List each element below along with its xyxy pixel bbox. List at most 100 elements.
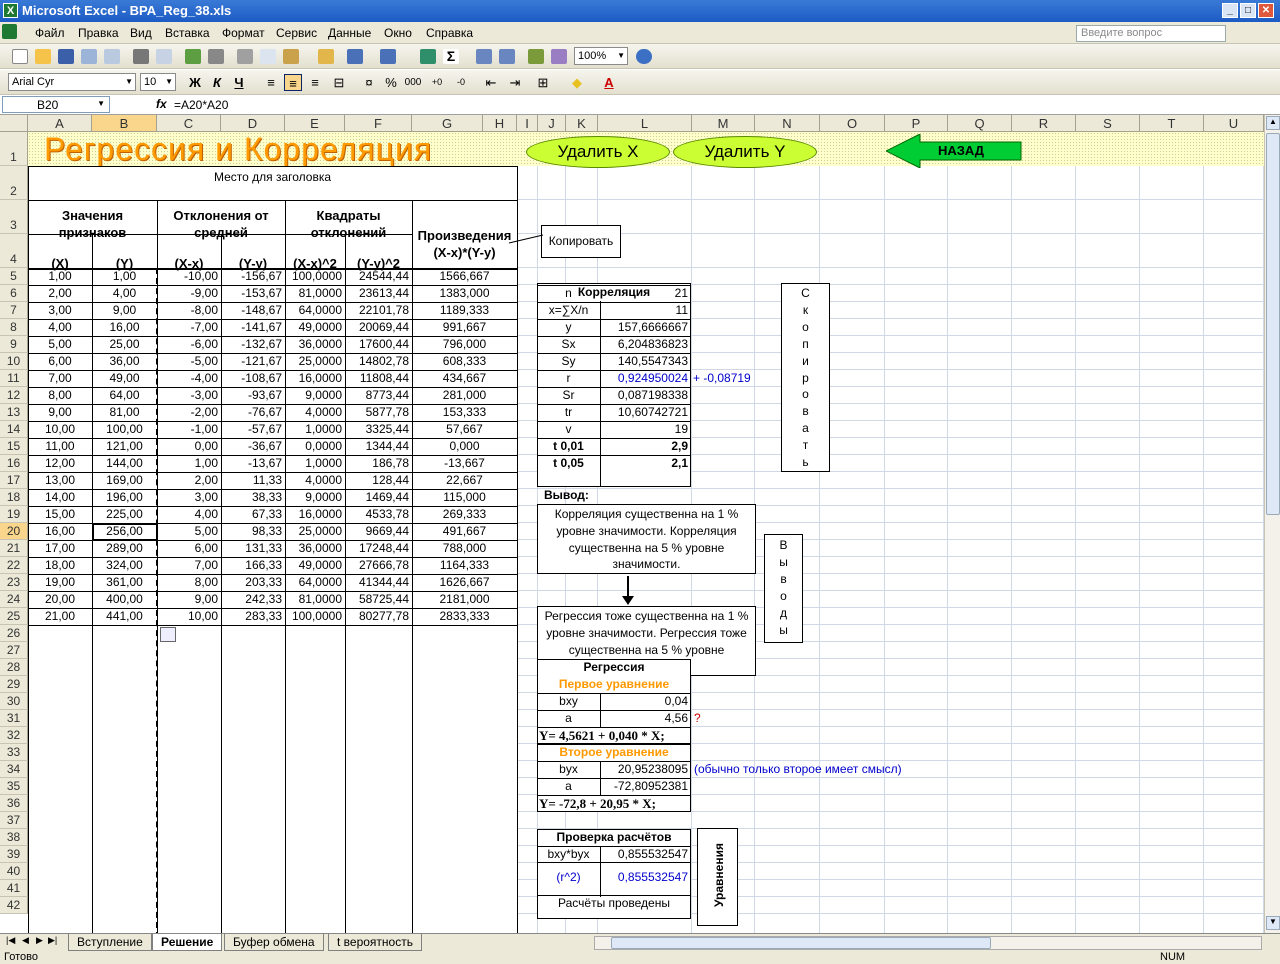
name-box[interactable]: B20 ▼: [2, 96, 110, 113]
row-header-4[interactable]: 4: [0, 234, 28, 268]
print-icon[interactable]: [133, 49, 149, 64]
row-header-20[interactable]: 20: [0, 523, 28, 540]
worksheet-grid[interactable]: ABCDEFGHIJKLMNOPQRSTU 1 2 3 4 5 6 7 8 9 10 11 12 13 1…: [0, 115, 1264, 933]
minimize-button[interactable]: _: [1222, 3, 1238, 18]
row-header-13[interactable]: 13: [0, 404, 28, 421]
tab-solution[interactable]: Решение: [152, 934, 223, 951]
column-header-I[interactable]: I: [517, 115, 538, 132]
row-header-8[interactable]: 8: [0, 319, 28, 336]
menu-tools[interactable]: Сервис: [276, 26, 317, 40]
row-header-9[interactable]: 9: [0, 336, 28, 353]
column-header-C[interactable]: C: [157, 115, 221, 132]
redo-icon[interactable]: [380, 49, 396, 64]
tab-next-icon[interactable]: ▶: [36, 935, 43, 946]
bold-icon[interactable]: Ж: [186, 74, 204, 91]
new-icon[interactable]: [12, 49, 28, 64]
row-header-37[interactable]: 37: [0, 812, 28, 829]
row-header-32[interactable]: 32: [0, 727, 28, 744]
undo-icon[interactable]: [347, 49, 363, 64]
row-header-19[interactable]: 19: [0, 506, 28, 523]
row-header-14[interactable]: 14: [0, 421, 28, 438]
font-combo[interactable]: Arial Cyr ▼: [8, 73, 136, 91]
row-header-16[interactable]: 16: [0, 455, 28, 472]
font-size-combo[interactable]: 10 ▼: [140, 73, 176, 91]
active-cell-B20[interactable]: [92, 523, 158, 541]
row-header-12[interactable]: 12: [0, 387, 28, 404]
column-header-O[interactable]: O: [820, 115, 885, 132]
column-header-E[interactable]: E: [285, 115, 345, 132]
tab-first-icon[interactable]: |◀: [6, 935, 15, 946]
row-header-33[interactable]: 33: [0, 744, 28, 761]
column-header-G[interactable]: G: [412, 115, 483, 132]
spelling-icon[interactable]: [185, 49, 201, 64]
zoom-combo[interactable]: 100% ▼: [574, 47, 628, 65]
tab-prev-icon[interactable]: ◀: [22, 935, 29, 946]
row-header-29[interactable]: 29: [0, 676, 28, 693]
row-header-27[interactable]: 27: [0, 642, 28, 659]
row-header-3[interactable]: 3: [0, 200, 28, 234]
format-painter-icon[interactable]: [318, 49, 334, 64]
row-header-1[interactable]: 1: [0, 132, 28, 166]
font-color-icon[interactable]: A: [600, 74, 618, 91]
column-header-M[interactable]: M: [692, 115, 755, 132]
column-header-U[interactable]: U: [1204, 115, 1264, 132]
column-header-N[interactable]: N: [755, 115, 820, 132]
copy-vertical-button[interactable]: Скопировать: [781, 283, 830, 472]
column-header-A[interactable]: A: [28, 115, 92, 132]
workbook-icon[interactable]: [2, 24, 17, 39]
ask-question-input[interactable]: Введите вопрос: [1076, 25, 1226, 42]
row-header-28[interactable]: 28: [0, 659, 28, 676]
row-header-10[interactable]: 10: [0, 353, 28, 370]
autosum-icon[interactable]: Σ: [443, 49, 459, 64]
row-header-5[interactable]: 5: [0, 268, 28, 285]
row-header-42[interactable]: 42: [0, 897, 28, 914]
research-icon[interactable]: [208, 49, 224, 64]
row-header-21[interactable]: 21: [0, 540, 28, 557]
column-header-P[interactable]: P: [885, 115, 948, 132]
delete-y-button[interactable]: Удалить Y: [673, 136, 817, 168]
tab-intro[interactable]: Вступление: [68, 934, 152, 951]
row-header-40[interactable]: 40: [0, 863, 28, 880]
menu-window[interactable]: Окно: [384, 26, 412, 40]
paste-icon[interactable]: [283, 49, 299, 64]
row-header-41[interactable]: 41: [0, 880, 28, 897]
chart-wizard-icon[interactable]: [528, 49, 544, 64]
help-icon[interactable]: [636, 49, 652, 64]
print-preview-icon[interactable]: [156, 49, 172, 64]
sort-ascending-icon[interactable]: [476, 49, 492, 64]
row-header-35[interactable]: 35: [0, 778, 28, 795]
delete-x-button[interactable]: Удалить X: [526, 136, 670, 168]
menu-format[interactable]: Формат: [222, 26, 265, 40]
formula-input[interactable]: =A20*A20: [174, 98, 228, 112]
row-header-11[interactable]: 11: [0, 370, 28, 387]
column-header-H[interactable]: H: [483, 115, 517, 132]
scroll-thumb[interactable]: [1266, 133, 1280, 515]
increase-decimal-icon[interactable]: +0: [428, 74, 446, 91]
decrease-decimal-icon[interactable]: -0: [452, 74, 470, 91]
row-header-25[interactable]: 25: [0, 608, 28, 625]
borders-icon[interactable]: ⊞: [534, 74, 552, 91]
column-header-B[interactable]: B: [92, 115, 157, 132]
underline-icon[interactable]: Ч: [230, 74, 248, 91]
paste-options-icon[interactable]: [160, 627, 176, 642]
copy-button[interactable]: Копировать: [541, 225, 621, 258]
column-header-L[interactable]: L: [598, 115, 692, 132]
hyperlink-icon[interactable]: [420, 49, 436, 64]
decrease-indent-icon[interactable]: ⇤: [482, 74, 500, 91]
menu-edit[interactable]: Правка: [78, 26, 119, 40]
column-header-S[interactable]: S: [1076, 115, 1140, 132]
row-header-22[interactable]: 22: [0, 557, 28, 574]
h-scroll-thumb[interactable]: [611, 937, 991, 949]
menu-view[interactable]: Вид: [130, 26, 152, 40]
horizontal-scrollbar[interactable]: [594, 936, 1262, 950]
comma-style-icon[interactable]: 000: [404, 74, 422, 91]
row-header-34[interactable]: 34: [0, 761, 28, 778]
sort-descending-icon[interactable]: [499, 49, 515, 64]
row-header-23[interactable]: 23: [0, 574, 28, 591]
row-header-6[interactable]: 6: [0, 285, 28, 302]
email-icon[interactable]: [104, 49, 120, 64]
column-header-T[interactable]: T: [1140, 115, 1204, 132]
row-header-26[interactable]: 26: [0, 625, 28, 642]
open-icon[interactable]: [35, 49, 51, 64]
menu-help[interactable]: Справка: [426, 26, 473, 40]
